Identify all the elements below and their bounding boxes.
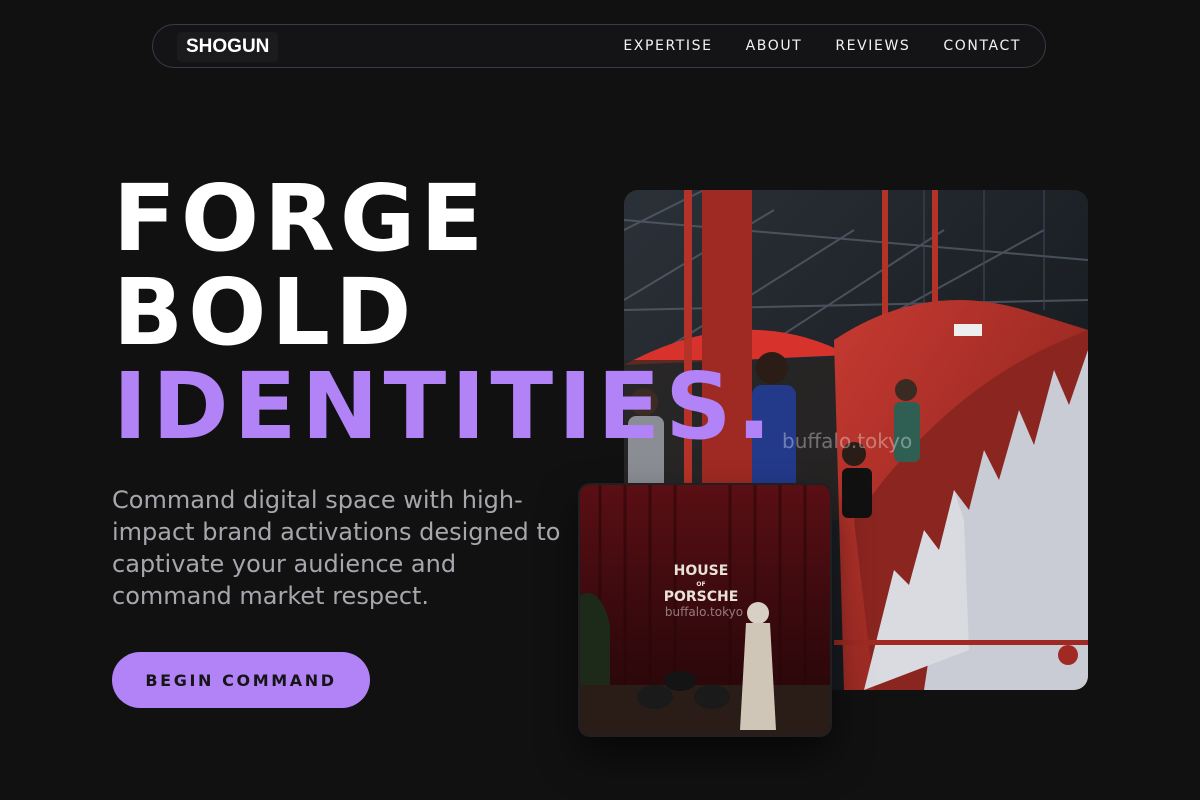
porsche-sign-line3: PORSCHE bbox=[664, 589, 739, 605]
nav-link-reviews[interactable]: REVIEWS bbox=[835, 38, 910, 54]
brand-logo[interactable]: SHOGUN bbox=[177, 32, 279, 62]
nav-link-contact[interactable]: CONTACT bbox=[943, 38, 1021, 54]
hero-title-line1: FORGE bbox=[113, 165, 489, 272]
porsche-sign-line1: HOUSE bbox=[674, 563, 729, 579]
begin-command-button[interactable]: BEGIN COMMAND bbox=[112, 652, 370, 708]
hero-title-line2: BOLD bbox=[113, 259, 417, 366]
nav-link-expertise[interactable]: EXPERTISE bbox=[623, 38, 712, 54]
hero-subtitle: Command digital space with high-impact b… bbox=[112, 486, 561, 610]
nav-link-about[interactable]: ABOUT bbox=[746, 38, 803, 54]
nav-links: EXPERTISE ABOUT REVIEWS CONTACT bbox=[623, 25, 1021, 67]
main-photo-watermark: buffalo.tokyo bbox=[782, 429, 912, 453]
top-navbar: SHOGUN EXPERTISE ABOUT REVIEWS CONTACT bbox=[152, 24, 1046, 68]
hero-title-line3: IDENTITIES. bbox=[113, 353, 777, 460]
event-photo-porsche: HOUSE OF PORSCHE buffalo.tokyo bbox=[580, 485, 830, 735]
small-photo-watermark: buffalo.tokyo bbox=[665, 605, 743, 619]
porsche-sign-line2: OF bbox=[696, 581, 705, 588]
